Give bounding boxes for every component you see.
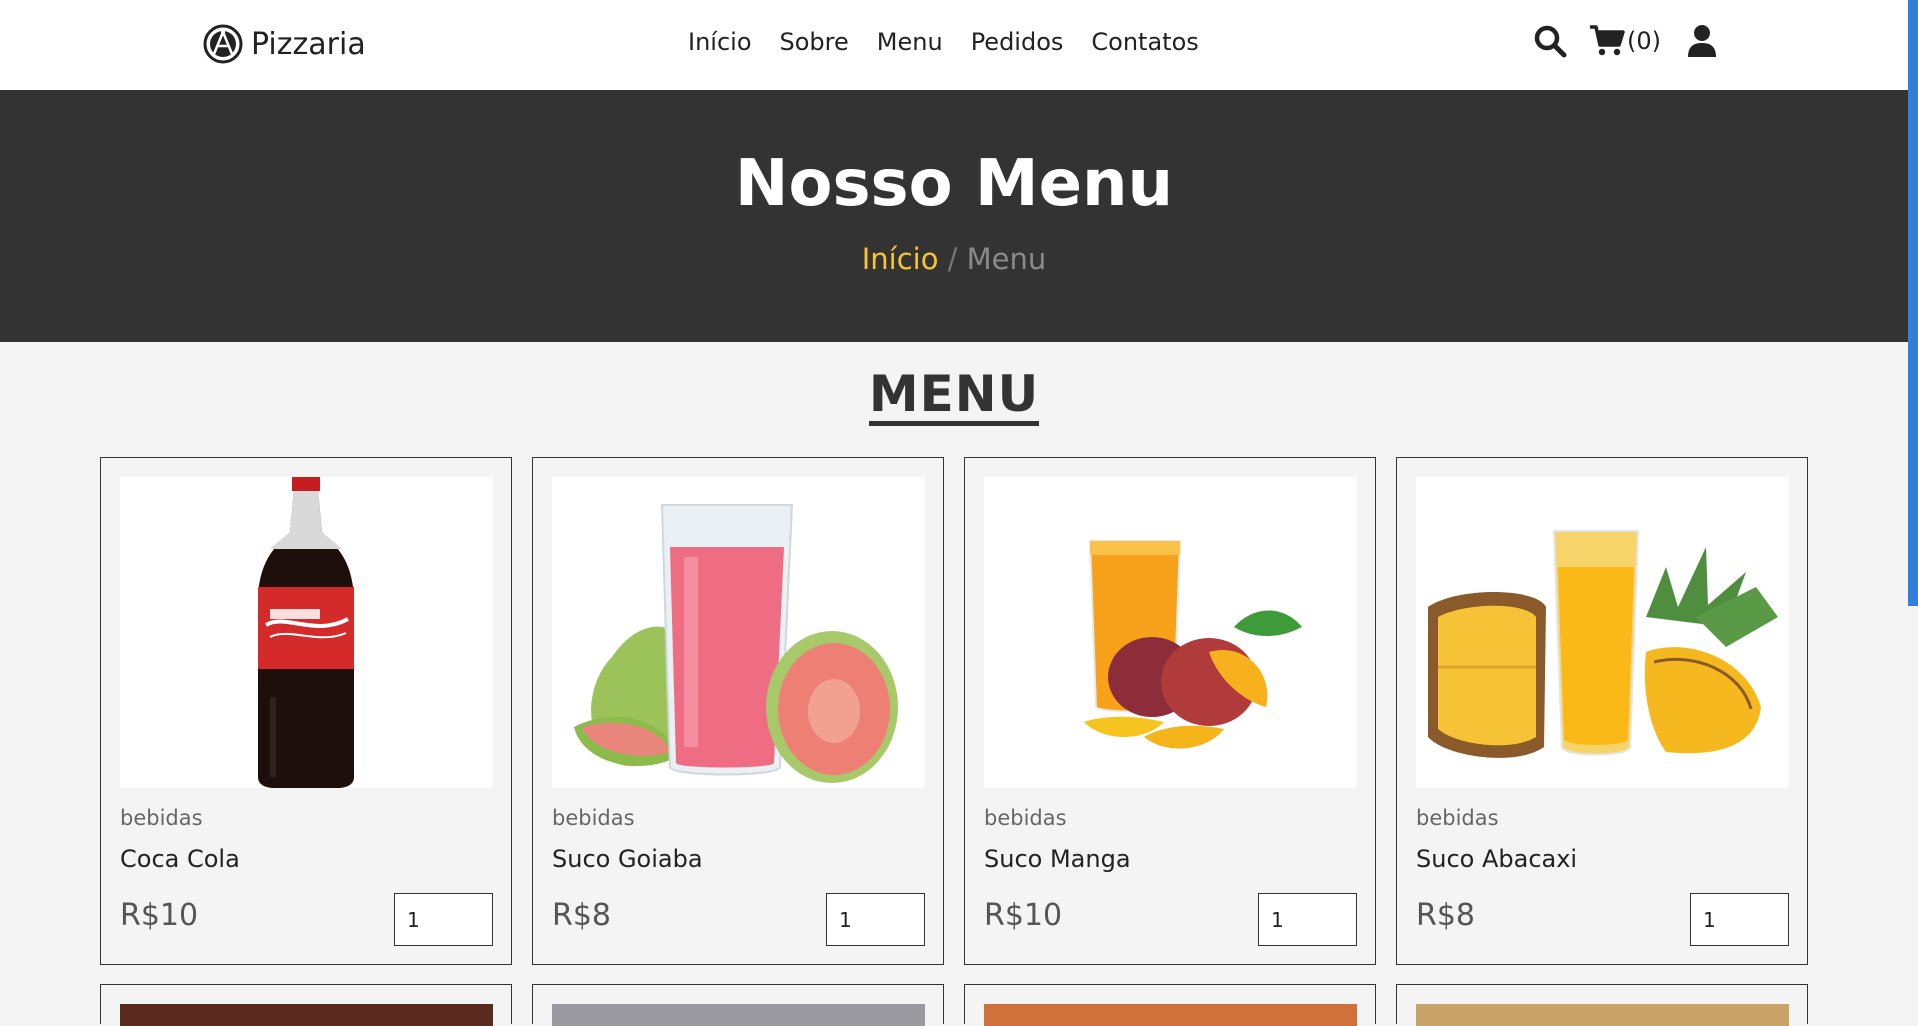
product-image-guava-juice (552, 477, 925, 788)
pizzaria-logo-icon (203, 24, 243, 64)
coca-cola-bottle-image (258, 477, 354, 788)
guava-juice-image (574, 504, 898, 783)
product-image-pineapple-juice (1416, 477, 1789, 788)
search-button[interactable] (1533, 24, 1567, 58)
nav-link-inicio[interactable]: Início (688, 28, 752, 56)
account-button[interactable] (1687, 24, 1717, 58)
product-image-partial (1416, 1004, 1789, 1026)
quantity-input[interactable] (394, 893, 493, 946)
cart-button[interactable]: (0) (1589, 24, 1661, 58)
product-card-next-row (532, 984, 944, 1026)
breadcrumb: Início / Menu (0, 242, 1908, 276)
product-name: Coca Cola (120, 845, 240, 873)
cart-count: (0) (1627, 27, 1661, 55)
main-nav: Início Sobre Menu Pedidos Contatos (688, 28, 1199, 56)
product-card: bebidas Suco Abacaxi R$8 (1396, 457, 1808, 965)
menu-section-heading: MENU (0, 368, 1908, 426)
brand-logo[interactable]: Pizzaria (203, 24, 366, 64)
product-image-partial (984, 1004, 1357, 1026)
menu-heading-text: MENU (868, 368, 1040, 426)
product-price: R$10 (984, 898, 1063, 933)
product-category: bebidas (120, 806, 203, 830)
cart-icon (1590, 25, 1625, 56)
product-category: bebidas (984, 806, 1067, 830)
product-card: bebidas Suco Goiaba R$8 (532, 457, 944, 965)
product-card: bebidas Suco Manga R$10 (964, 457, 1376, 965)
nav-link-contatos[interactable]: Contatos (1091, 28, 1198, 56)
product-image-partial (552, 1004, 925, 1026)
product-name: Suco Abacaxi (1416, 845, 1578, 873)
product-image-coca-cola (120, 477, 493, 788)
product-category: bebidas (552, 806, 635, 830)
product-price: R$8 (552, 898, 612, 933)
product-card-next-row (1396, 984, 1808, 1026)
nav-link-sobre[interactable]: Sobre (780, 28, 849, 56)
search-icon (1534, 25, 1567, 58)
breadcrumb-current: Menu (966, 242, 1047, 276)
nav-link-menu[interactable]: Menu (877, 28, 943, 56)
page-scrollbar[interactable] (1908, 0, 1918, 1012)
pineapple-juice-image (1428, 530, 1778, 758)
breadcrumb-home-link[interactable]: Início (862, 242, 939, 276)
quantity-input[interactable] (1690, 893, 1789, 946)
product-image-mango-juice (984, 477, 1357, 788)
product-name: Suco Manga (984, 845, 1131, 873)
product-price: R$10 (120, 898, 199, 933)
brand-name: Pizzaria (251, 26, 366, 62)
top-navbar: Pizzaria Início Sobre Menu Pedidos Conta… (0, 0, 1908, 90)
breadcrumb-separator: / (947, 242, 958, 276)
product-card-next-row (100, 984, 512, 1026)
page-title: Nosso Menu (734, 147, 1174, 221)
product-card-next-row (964, 984, 1376, 1026)
product-card: bebidas Coca Cola R$10 (100, 457, 512, 965)
scrollbar-thumb[interactable] (1908, 0, 1918, 606)
header-actions: (0) (1533, 24, 1717, 58)
quantity-input[interactable] (826, 893, 925, 946)
mango-juice-image (1084, 540, 1302, 749)
page-hero: Nosso Menu Início / Menu (0, 90, 1908, 342)
product-category: bebidas (1416, 806, 1499, 830)
product-name: Suco Goiaba (552, 845, 703, 873)
quantity-input[interactable] (1258, 893, 1357, 946)
product-image-partial (120, 1004, 493, 1026)
product-price: R$8 (1416, 898, 1476, 933)
user-icon (1688, 25, 1716, 57)
nav-link-pedidos[interactable]: Pedidos (971, 28, 1064, 56)
